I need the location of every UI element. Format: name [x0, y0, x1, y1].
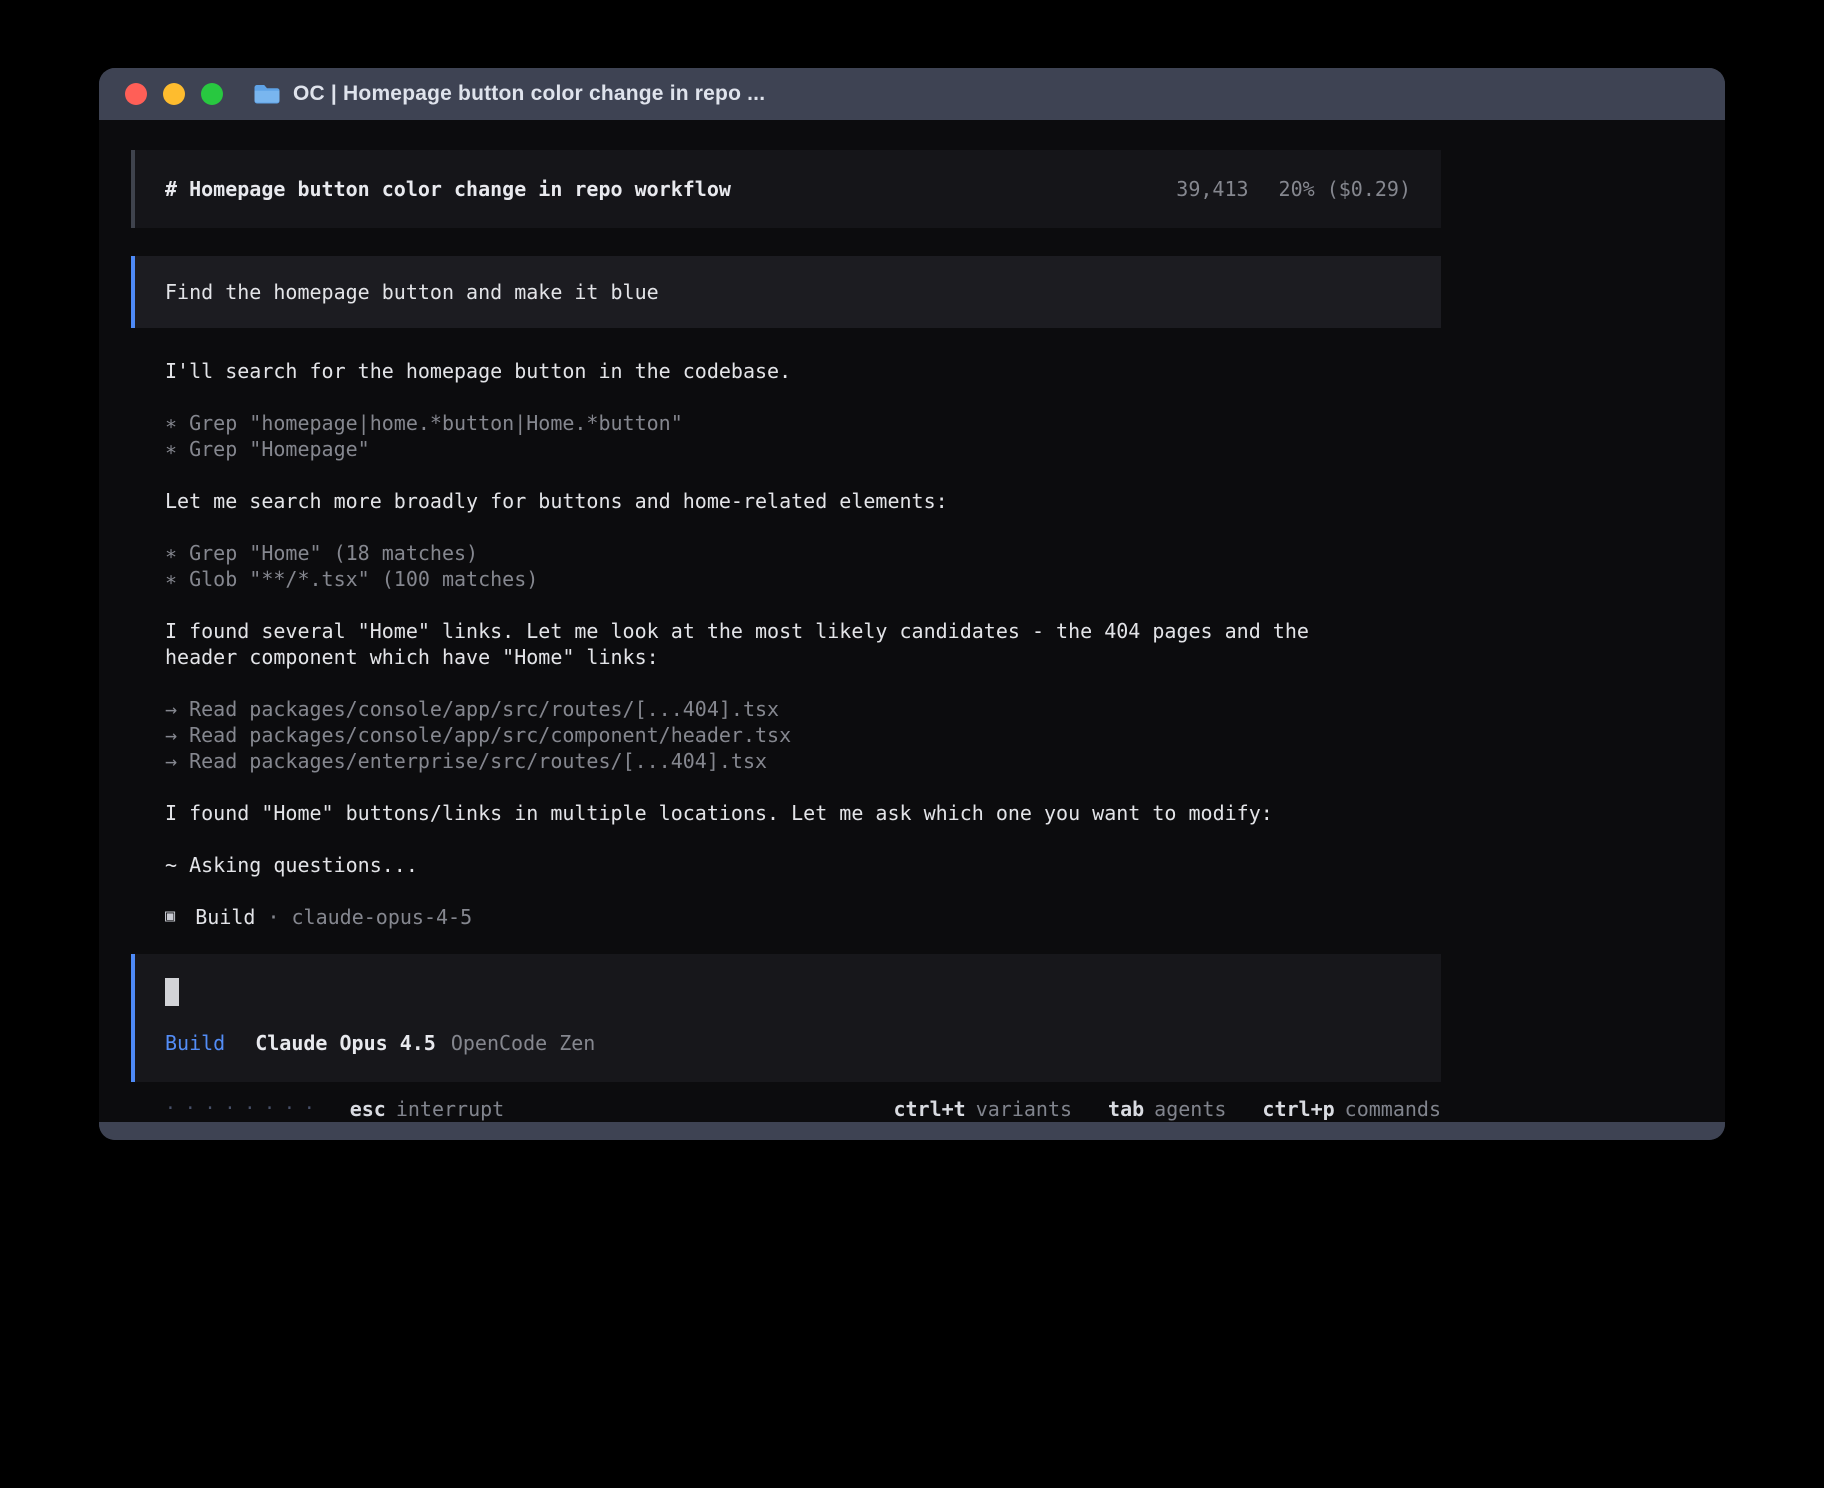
status-bar-left: ········ esc interrupt	[165, 1096, 504, 1122]
shortcut-agents: tab agents	[1108, 1096, 1226, 1122]
agent-status: ▣ Build · claude-opus-4-5	[165, 904, 1365, 930]
text-cursor	[165, 978, 179, 1006]
provider-label: OpenCode Zen	[451, 1030, 596, 1056]
agent-mode-label[interactable]: Build	[165, 1030, 225, 1056]
agent-model: claude-opus-4-5	[292, 904, 473, 930]
tool-call-glob: ∗ Glob "**/*.tsx" (100 matches)	[165, 566, 1365, 592]
tool-call-grep: ∗ Grep "homepage|home.*button|Home.*butt…	[165, 410, 1365, 436]
input-status-line: Build Claude Opus 4.5 OpenCode Zen	[165, 1030, 1411, 1056]
shortcut-commands: ctrl+p commands	[1262, 1096, 1441, 1122]
model-label[interactable]: Claude Opus 4.5	[255, 1030, 436, 1056]
esc-key: esc	[350, 1096, 386, 1122]
user-message-text: Find the homepage button and make it blu…	[165, 280, 659, 304]
conversation-transcript: I'll search for the homepage button in t…	[131, 358, 1441, 930]
agent-icon: ▣	[165, 903, 175, 929]
status-line-asking: ~ Asking questions...	[165, 852, 1365, 878]
shortcut-variants: ctrl+t variants	[893, 1096, 1072, 1122]
assistant-message: I found "Home" buttons/links in multiple…	[165, 800, 1365, 826]
terminal-content: # Homepage button color change in repo w…	[99, 120, 1725, 1122]
tab-key: tab	[1108, 1096, 1144, 1122]
session-stats: 39,413 20% ($0.29)	[1176, 176, 1411, 202]
close-button[interactable]	[125, 83, 147, 105]
commands-label: commands	[1345, 1096, 1441, 1122]
interrupt-hint: esc interrupt	[350, 1096, 505, 1122]
agents-label: agents	[1154, 1096, 1226, 1122]
window-title-group: OC | Homepage button color change in rep…	[253, 82, 765, 106]
window-bottom-chrome	[99, 1122, 1725, 1140]
window-title: OC | Homepage button color change in rep…	[293, 82, 765, 106]
interrupt-label: interrupt	[396, 1096, 504, 1122]
terminal-window: OC | Homepage button color change in rep…	[99, 68, 1725, 1140]
context-cost: 20% ($0.29)	[1279, 176, 1411, 202]
variants-label: variants	[976, 1096, 1072, 1122]
tool-call-grep: ∗ Grep "Homepage"	[165, 436, 1365, 462]
agent-separator: ·	[267, 904, 279, 930]
desktop-background: OC | Homepage button color change in rep…	[0, 0, 1824, 1488]
tool-call-read: → Read packages/console/app/src/componen…	[165, 722, 1365, 748]
agent-name: Build	[195, 904, 255, 930]
assistant-message: I'll search for the homepage button in t…	[165, 358, 1365, 384]
tui-column: # Homepage button color change in repo w…	[131, 120, 1441, 1122]
progress-dots: ········	[165, 1096, 324, 1122]
tool-call-read: → Read packages/enterprise/src/routes/[.…	[165, 748, 1365, 774]
ctrl-t-key: ctrl+t	[893, 1096, 965, 1122]
session-title: # Homepage button color change in repo w…	[165, 176, 731, 202]
ctrl-p-key: ctrl+p	[1262, 1096, 1334, 1122]
user-message: Find the homepage button and make it blu…	[131, 256, 1441, 328]
assistant-message: Let me search more broadly for buttons a…	[165, 488, 1365, 514]
prompt-input[interactable]: Build Claude Opus 4.5 OpenCode Zen	[131, 954, 1441, 1082]
token-count: 39,413	[1176, 176, 1248, 202]
window-titlebar[interactable]: OC | Homepage button color change in rep…	[99, 68, 1725, 120]
assistant-message: I found several "Home" links. Let me loo…	[165, 618, 1365, 670]
folder-icon	[253, 83, 281, 105]
zoom-button[interactable]	[201, 83, 223, 105]
window-controls	[125, 83, 223, 105]
session-header: # Homepage button color change in repo w…	[131, 150, 1441, 228]
minimize-button[interactable]	[163, 83, 185, 105]
tool-call-grep: ∗ Grep "Home" (18 matches)	[165, 540, 1365, 566]
status-bar-right: ctrl+t variants tab agents ctrl+p comman…	[893, 1096, 1441, 1122]
tool-call-read: → Read packages/console/app/src/routes/[…	[165, 696, 1365, 722]
status-bar: ········ esc interrupt ctrl+t variants t…	[131, 1096, 1441, 1122]
